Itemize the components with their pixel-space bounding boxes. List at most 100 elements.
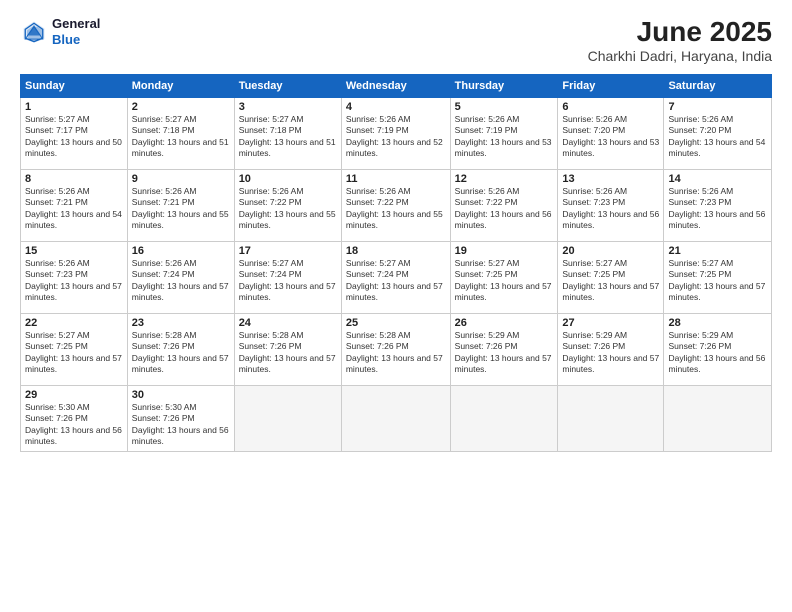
day-info: Sunrise: 5:27 AMSunset: 7:18 PMDaylight:… [132,114,229,158]
day-number: 19 [455,245,554,257]
day-number: 27 [562,317,659,329]
day-number: 24 [239,317,337,329]
table-row: 28 Sunrise: 5:29 AMSunset: 7:26 PMDaylig… [664,314,772,386]
table-row: 19 Sunrise: 5:27 AMSunset: 7:25 PMDaylig… [450,242,558,314]
day-info: Sunrise: 5:26 AMSunset: 7:23 PMDaylight:… [25,258,122,302]
col-wednesday: Wednesday [341,75,450,98]
table-row: 9 Sunrise: 5:26 AMSunset: 7:21 PMDayligh… [127,170,234,242]
table-row: 26 Sunrise: 5:29 AMSunset: 7:26 PMDaylig… [450,314,558,386]
logo: General Blue [20,16,100,47]
col-sunday: Sunday [21,75,128,98]
title-block: June 2025 Charkhi Dadri, Haryana, India [588,16,772,64]
day-info: Sunrise: 5:26 AMSunset: 7:22 PMDaylight:… [239,186,336,230]
day-number: 9 [132,173,230,185]
day-number: 4 [346,101,446,113]
day-number: 17 [239,245,337,257]
day-info: Sunrise: 5:27 AMSunset: 7:18 PMDaylight:… [239,114,336,158]
col-monday: Monday [127,75,234,98]
day-info: Sunrise: 5:27 AMSunset: 7:24 PMDaylight:… [239,258,336,302]
day-info: Sunrise: 5:30 AMSunset: 7:26 PMDaylight:… [25,402,122,446]
day-number: 6 [562,101,659,113]
table-row [450,386,558,452]
day-number: 13 [562,173,659,185]
day-number: 25 [346,317,446,329]
table-row [341,386,450,452]
day-number: 16 [132,245,230,257]
day-number: 28 [668,317,767,329]
day-info: Sunrise: 5:26 AMSunset: 7:20 PMDaylight:… [668,114,765,158]
col-tuesday: Tuesday [234,75,341,98]
table-row: 15 Sunrise: 5:26 AMSunset: 7:23 PMDaylig… [21,242,128,314]
table-row: 11 Sunrise: 5:26 AMSunset: 7:22 PMDaylig… [341,170,450,242]
day-number: 23 [132,317,230,329]
table-row: 5 Sunrise: 5:26 AMSunset: 7:19 PMDayligh… [450,98,558,170]
table-row: 7 Sunrise: 5:26 AMSunset: 7:20 PMDayligh… [664,98,772,170]
table-row: 6 Sunrise: 5:26 AMSunset: 7:20 PMDayligh… [558,98,664,170]
calendar-header-row: Sunday Monday Tuesday Wednesday Thursday… [21,75,772,98]
day-info: Sunrise: 5:26 AMSunset: 7:22 PMDaylight:… [346,186,443,230]
day-number: 11 [346,173,446,185]
page: General Blue June 2025 Charkhi Dadri, Ha… [0,0,792,612]
month-title: June 2025 [588,16,772,48]
table-row: 30 Sunrise: 5:30 AMSunset: 7:26 PMDaylig… [127,386,234,452]
col-saturday: Saturday [664,75,772,98]
table-row [234,386,341,452]
table-row: 16 Sunrise: 5:26 AMSunset: 7:24 PMDaylig… [127,242,234,314]
day-info: Sunrise: 5:26 AMSunset: 7:19 PMDaylight:… [455,114,552,158]
header: General Blue June 2025 Charkhi Dadri, Ha… [20,16,772,64]
day-info: Sunrise: 5:27 AMSunset: 7:25 PMDaylight:… [562,258,659,302]
day-info: Sunrise: 5:26 AMSunset: 7:20 PMDaylight:… [562,114,659,158]
day-info: Sunrise: 5:27 AMSunset: 7:25 PMDaylight:… [668,258,765,302]
day-number: 7 [668,101,767,113]
day-info: Sunrise: 5:26 AMSunset: 7:21 PMDaylight:… [132,186,229,230]
day-number: 1 [25,101,123,113]
table-row [558,386,664,452]
day-info: Sunrise: 5:26 AMSunset: 7:19 PMDaylight:… [346,114,443,158]
day-number: 30 [132,389,230,401]
day-number: 20 [562,245,659,257]
table-row: 14 Sunrise: 5:26 AMSunset: 7:23 PMDaylig… [664,170,772,242]
calendar: Sunday Monday Tuesday Wednesday Thursday… [20,74,772,452]
table-row: 2 Sunrise: 5:27 AMSunset: 7:18 PMDayligh… [127,98,234,170]
day-number: 29 [25,389,123,401]
table-row: 3 Sunrise: 5:27 AMSunset: 7:18 PMDayligh… [234,98,341,170]
day-info: Sunrise: 5:27 AMSunset: 7:25 PMDaylight:… [25,330,122,374]
day-info: Sunrise: 5:27 AMSunset: 7:25 PMDaylight:… [455,258,552,302]
day-number: 26 [455,317,554,329]
day-info: Sunrise: 5:29 AMSunset: 7:26 PMDaylight:… [562,330,659,374]
day-info: Sunrise: 5:27 AMSunset: 7:17 PMDaylight:… [25,114,122,158]
table-row: 18 Sunrise: 5:27 AMSunset: 7:24 PMDaylig… [341,242,450,314]
day-number: 5 [455,101,554,113]
table-row: 10 Sunrise: 5:26 AMSunset: 7:22 PMDaylig… [234,170,341,242]
day-number: 21 [668,245,767,257]
day-number: 12 [455,173,554,185]
day-info: Sunrise: 5:28 AMSunset: 7:26 PMDaylight:… [132,330,229,374]
table-row: 25 Sunrise: 5:28 AMSunset: 7:26 PMDaylig… [341,314,450,386]
day-info: Sunrise: 5:29 AMSunset: 7:26 PMDaylight:… [668,330,765,374]
day-number: 15 [25,245,123,257]
table-row: 12 Sunrise: 5:26 AMSunset: 7:22 PMDaylig… [450,170,558,242]
table-row: 20 Sunrise: 5:27 AMSunset: 7:25 PMDaylig… [558,242,664,314]
day-info: Sunrise: 5:27 AMSunset: 7:24 PMDaylight:… [346,258,443,302]
day-info: Sunrise: 5:26 AMSunset: 7:23 PMDaylight:… [668,186,765,230]
day-number: 8 [25,173,123,185]
table-row: 4 Sunrise: 5:26 AMSunset: 7:19 PMDayligh… [341,98,450,170]
table-row: 17 Sunrise: 5:27 AMSunset: 7:24 PMDaylig… [234,242,341,314]
day-info: Sunrise: 5:26 AMSunset: 7:23 PMDaylight:… [562,186,659,230]
day-number: 3 [239,101,337,113]
col-friday: Friday [558,75,664,98]
logo-icon [20,18,48,46]
table-row: 21 Sunrise: 5:27 AMSunset: 7:25 PMDaylig… [664,242,772,314]
day-number: 10 [239,173,337,185]
day-info: Sunrise: 5:26 AMSunset: 7:22 PMDaylight:… [455,186,552,230]
table-row: 29 Sunrise: 5:30 AMSunset: 7:26 PMDaylig… [21,386,128,452]
col-thursday: Thursday [450,75,558,98]
table-row: 23 Sunrise: 5:28 AMSunset: 7:26 PMDaylig… [127,314,234,386]
table-row: 8 Sunrise: 5:26 AMSunset: 7:21 PMDayligh… [21,170,128,242]
table-row: 22 Sunrise: 5:27 AMSunset: 7:25 PMDaylig… [21,314,128,386]
day-info: Sunrise: 5:26 AMSunset: 7:21 PMDaylight:… [25,186,122,230]
day-info: Sunrise: 5:30 AMSunset: 7:26 PMDaylight:… [132,402,229,446]
day-number: 18 [346,245,446,257]
day-info: Sunrise: 5:26 AMSunset: 7:24 PMDaylight:… [132,258,229,302]
day-number: 22 [25,317,123,329]
